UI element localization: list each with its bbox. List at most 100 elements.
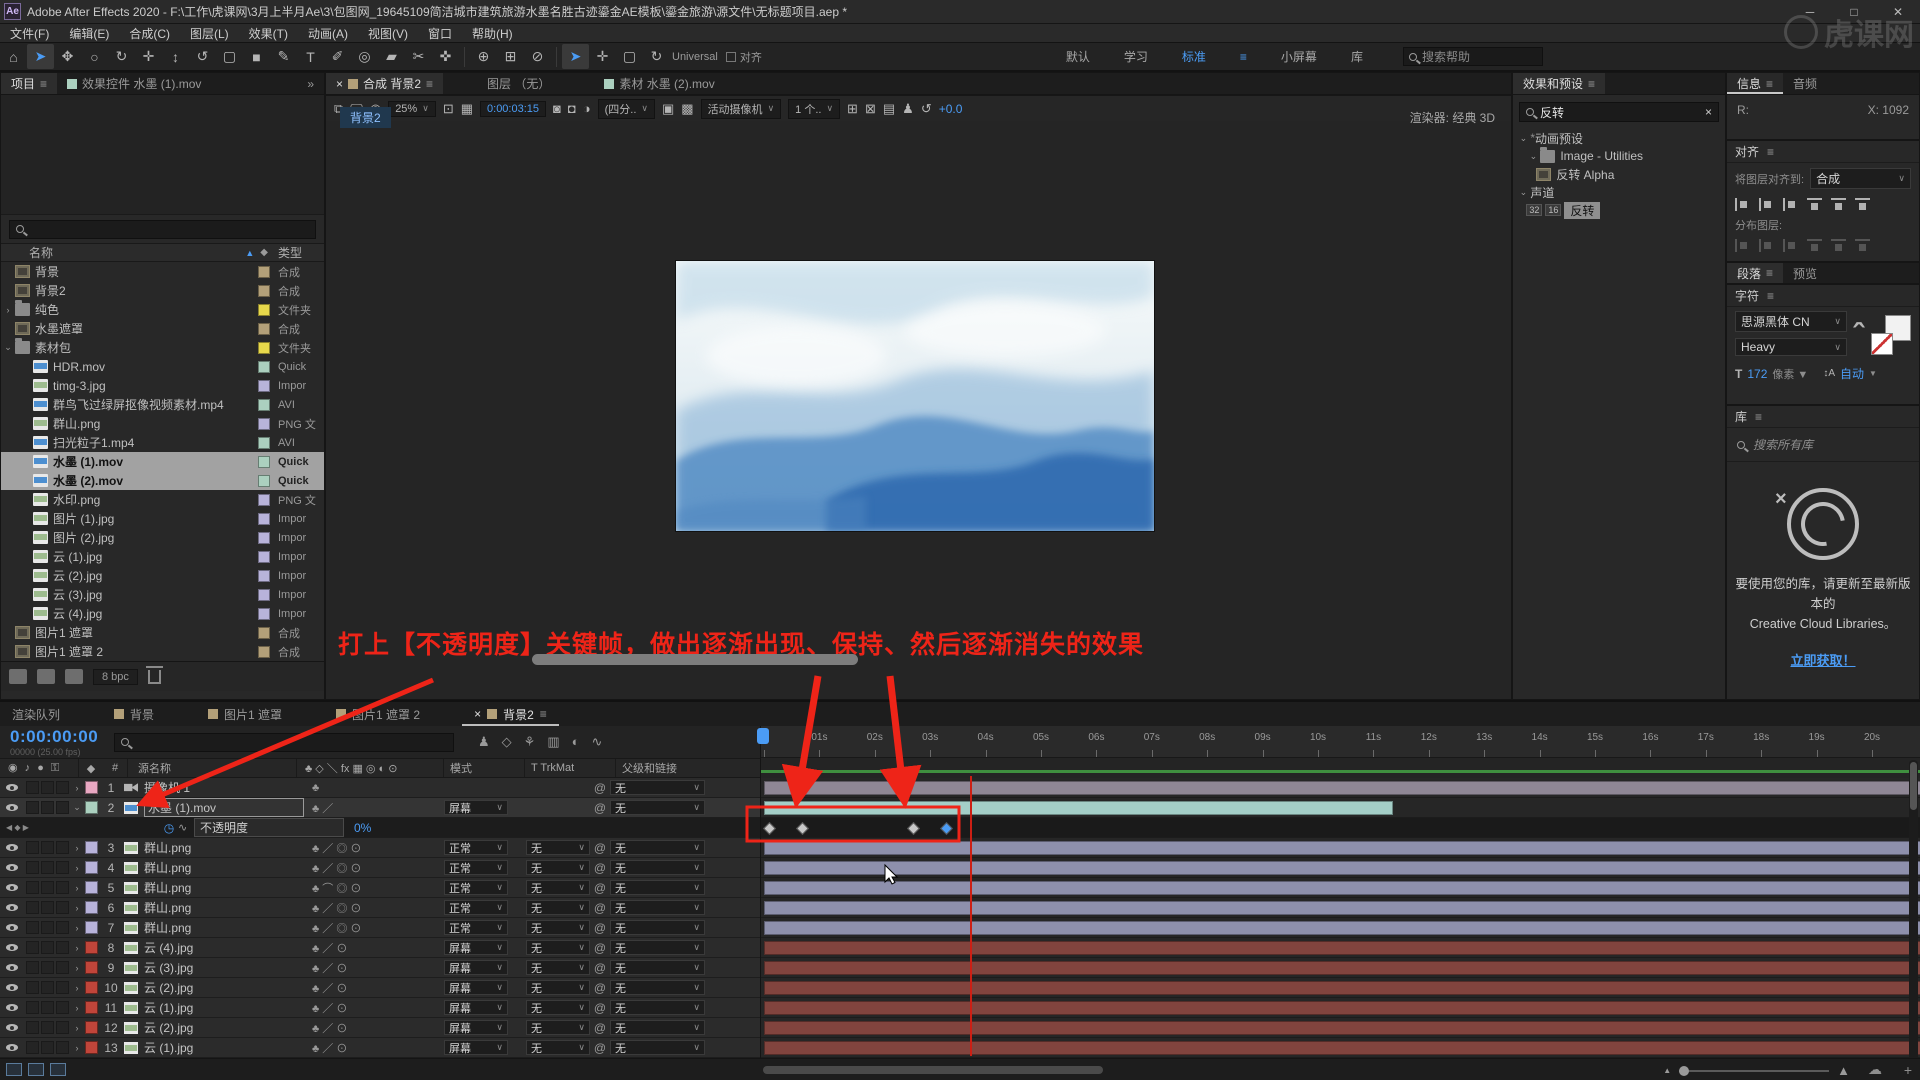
twirl-icon[interactable]: › <box>69 923 85 933</box>
layer-row-13[interactable]: ›13云 (1).jpg♣ ／ ⊙屏幕∨无∨@无∨ <box>0 1038 760 1058</box>
trkmat-dropdown[interactable]: 无∨ <box>526 980 590 995</box>
panel-menu-icon[interactable]: ≡ <box>1588 77 1595 91</box>
tab-preview[interactable]: 预览 <box>1783 263 1827 283</box>
panel-menu-icon[interactable]: ≡ <box>426 77 433 91</box>
workspace-标准[interactable]: 标准 <box>1182 48 1206 65</box>
trkmat-dropdown[interactable]: 无∨ <box>526 880 590 895</box>
layer-switches[interactable]: ♣ ／ ◎ ⊙ <box>304 900 444 916</box>
composition-viewport[interactable] <box>676 261 1154 531</box>
audio-toggle-icon[interactable] <box>26 981 39 994</box>
layer-row-11[interactable]: ›11云 (1).jpg♣ ／ ⊙屏幕∨无∨@无∨ <box>0 998 760 1018</box>
keyframe-navigator[interactable]: ◀ ◆ ▶ <box>0 823 52 832</box>
eye-icon[interactable] <box>6 1024 18 1031</box>
layer-duration-bar[interactable] <box>764 961 1920 975</box>
layer-row-4[interactable]: ›4群山.png♣ ／ ◎ ⊙正常∨无∨@无∨ <box>0 858 760 878</box>
label-color-chip[interactable] <box>258 627 270 639</box>
effects-tree-item-3[interactable]: ⌄声道 <box>1513 183 1725 201</box>
layer-duration-bar[interactable] <box>764 801 1393 815</box>
blend-mode-dropdown[interactable]: 屏幕∨ <box>444 800 508 815</box>
timeline-tab-0[interactable]: 渲染队列 <box>0 702 72 726</box>
solo-toggle-icon[interactable] <box>41 961 54 974</box>
parent-pickwhip-icon[interactable]: @ <box>590 901 610 915</box>
twirl-icon[interactable]: › <box>69 1043 85 1053</box>
label-color-chip[interactable] <box>258 266 270 278</box>
layer-switches[interactable]: ♣ ⌒ ◎ ⊙ <box>304 880 444 896</box>
layer-switches[interactable]: ♣ ／ ◎ ⊙ <box>304 840 444 856</box>
timeline-column-headers[interactable]: ◉ ♪ ● ⚿ ◆ # 源名称 ♣ ◇ ＼ fx ▦ ◎ ◐ ⊙ 模式 T Tr… <box>0 758 760 778</box>
layer-duration-bar[interactable] <box>764 781 1920 795</box>
fill-stroke-swatches[interactable] <box>1871 315 1911 355</box>
blend-mode-dropdown[interactable]: 正常∨ <box>444 860 508 875</box>
layer-row-9[interactable]: ›9云 (3).jpg♣ ／ ⊙屏幕∨无∨@无∨ <box>0 958 760 978</box>
parent-pickwhip-icon[interactable]: @ <box>590 981 610 995</box>
trkmat-dropdown[interactable]: 无∨ <box>526 840 590 855</box>
eye-icon[interactable] <box>6 1004 18 1011</box>
blend-mode-dropdown[interactable]: 正常∨ <box>444 840 508 855</box>
marquee-icon[interactable]: ▢ <box>616 44 643 69</box>
timeline-zoom-slider[interactable]: ▲ ▲ <box>1663 1063 1850 1078</box>
parent-dropdown[interactable]: 无∨ <box>610 920 705 935</box>
magnification-dropdown[interactable]: 25%∨ <box>388 101 436 117</box>
align-to-dropdown[interactable]: 合成∨ <box>1810 168 1911 189</box>
font-size-unit[interactable]: 像素 ▼ <box>1772 366 1808 382</box>
show-snapshot-icon[interactable]: ◘ <box>568 101 576 116</box>
keyframe-icon[interactable] <box>907 822 920 835</box>
layer-name[interactable]: 云 (1).jpg <box>144 1039 304 1056</box>
parent-dropdown[interactable]: 无∨ <box>610 960 705 975</box>
layer-duration-bar[interactable] <box>764 1001 1920 1015</box>
twirl-icon[interactable]: › <box>69 983 85 993</box>
target-region-icon[interactable]: ▣ <box>662 101 674 117</box>
parent-dropdown[interactable]: 无∨ <box>610 800 705 815</box>
comp-tab-1[interactable]: 图层 （无） <box>477 73 560 94</box>
project-item-5[interactable]: HDR.movQuick <box>1 357 324 376</box>
home-icon[interactable]: ⌂ <box>0 44 27 69</box>
trkmat-dropdown[interactable] <box>526 800 590 815</box>
mask-tool-icon[interactable]: ▢ <box>216 44 243 69</box>
draft-3d-icon[interactable]: ◇ <box>502 734 512 750</box>
align-button-3[interactable] <box>1807 198 1822 211</box>
twirl-icon[interactable]: › <box>69 1003 85 1013</box>
trkmat-dropdown[interactable]: 无∨ <box>526 920 590 935</box>
parent-dropdown[interactable]: 无∨ <box>610 780 705 795</box>
parent-dropdown[interactable]: 无∨ <box>610 880 705 895</box>
blend-mode-dropdown[interactable]: 屏幕∨ <box>444 1000 508 1015</box>
label-color-chip[interactable] <box>85 781 98 794</box>
effects-tree-item-2[interactable]: 反转 Alpha <box>1513 165 1725 183</box>
align-button-4[interactable] <box>1831 198 1846 211</box>
twirl-icon[interactable]: ⌄ <box>69 802 85 813</box>
layer-switches[interactable]: ♣ ／ ⊙ <box>304 960 444 976</box>
label-color-chip[interactable] <box>85 941 98 954</box>
lock-toggle-icon[interactable] <box>56 801 69 814</box>
parent-pickwhip-icon[interactable]: @ <box>590 841 610 855</box>
zoom-tool-icon[interactable]: ○ <box>81 44 108 69</box>
toggle-parent-icon[interactable] <box>50 1063 66 1076</box>
stroke-color-swatch[interactable] <box>1871 333 1893 355</box>
menu-item-3[interactable]: 图层(L) <box>180 25 239 42</box>
world-axis-mode-icon[interactable]: ⊞ <box>497 44 524 69</box>
layer-switches[interactable]: ♣ ／ ⊙ <box>304 940 444 956</box>
project-tab-0[interactable]: 项目≡ <box>1 73 57 94</box>
project-item-3[interactable]: 水墨遮罩合成 <box>1 319 324 338</box>
timeline-ruler[interactable]: 0s01s02s03s04s05s06s07s08s09s10s11s12s13… <box>761 726 1920 758</box>
solo-toggle-icon[interactable] <box>41 861 54 874</box>
close-tab-icon[interactable]: × <box>474 707 481 721</box>
resolution-dropdown[interactable]: (四分..∨ <box>598 99 655 119</box>
project-item-20[interactable]: 图片1 遮罩 2合成 <box>1 642 324 661</box>
eye-icon[interactable] <box>6 964 18 971</box>
orbit-camera-tool-icon[interactable]: ↻ <box>108 44 135 69</box>
panel-menu-icon[interactable]: ≡ <box>1767 289 1774 303</box>
layer-name[interactable]: 云 (2).jpg <box>144 979 304 996</box>
project-item-6[interactable]: timg-3.jpgImpor <box>1 376 324 395</box>
panel-menu-icon[interactable]: ≡ <box>1767 145 1774 159</box>
project-search-input[interactable] <box>9 220 316 239</box>
solo-toggle-icon[interactable] <box>41 941 54 954</box>
layer-switches[interactable]: ♣ ／ ◎ ⊙ <box>304 920 444 936</box>
channels-icon[interactable]: ◑ <box>583 101 591 116</box>
trkmat-dropdown[interactable]: 无∨ <box>526 940 590 955</box>
menu-item-4[interactable]: 效果(T) <box>239 25 298 42</box>
menu-item-1[interactable]: 编辑(E) <box>59 25 119 42</box>
rotate-icon[interactable]: ↻ <box>643 44 670 69</box>
parent-dropdown[interactable]: 无∨ <box>610 1000 705 1015</box>
lock-toggle-icon[interactable] <box>56 861 69 874</box>
eye-icon[interactable] <box>6 924 18 931</box>
